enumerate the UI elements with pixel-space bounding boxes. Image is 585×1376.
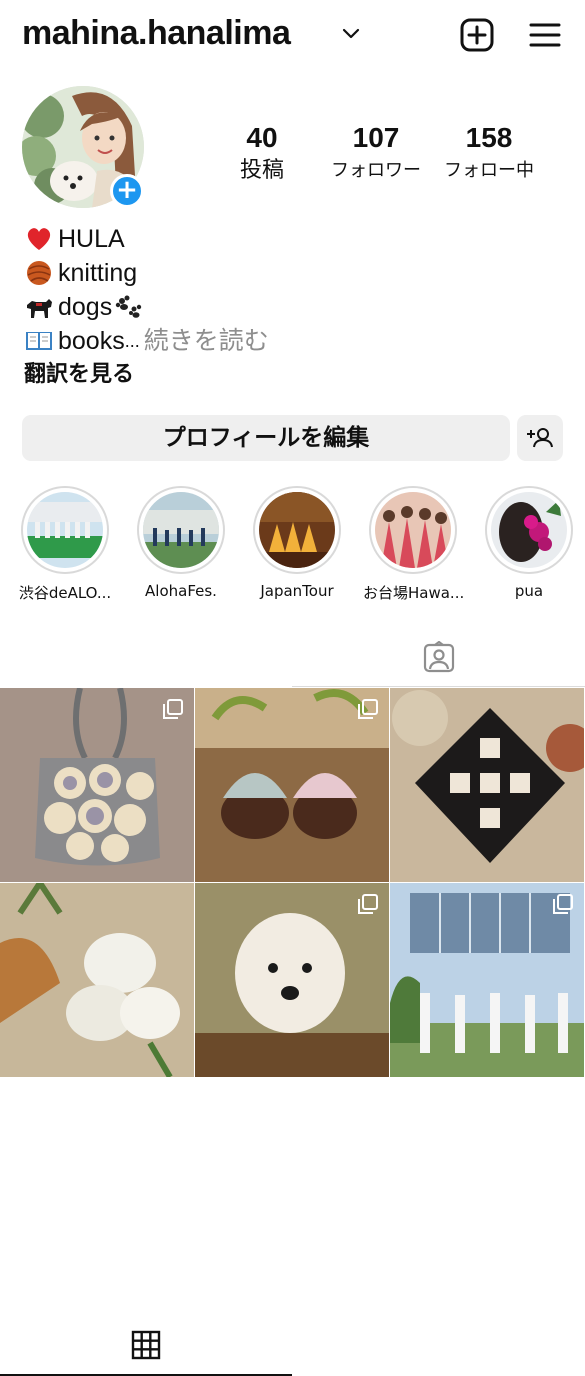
highlight-cover (259, 492, 335, 568)
posts-stat[interactable]: 40 投稿 (222, 122, 302, 182)
black-dog-icon (27, 299, 52, 318)
bio-line: dogs (24, 290, 269, 324)
story-highlight[interactable]: pua (479, 486, 579, 600)
posts-label: 投稿 (239, 158, 284, 183)
menu-icon[interactable] (526, 16, 564, 54)
chevron-down-icon[interactable] (340, 22, 362, 44)
bio-line: books... 続きを読む (24, 324, 269, 358)
bio-text: dogs (58, 293, 113, 321)
red-heart-icon (27, 228, 51, 250)
add-story-plus-icon[interactable]: + (110, 174, 144, 208)
highlight-label: お台場Hawa... (363, 584, 463, 602)
story-highlight[interactable]: お台場Hawa... (363, 486, 463, 603)
bio-line: HULA (24, 222, 269, 256)
paw-prints-icon (116, 295, 142, 318)
multiple-images-icon (163, 699, 183, 719)
new-post-icon[interactable] (458, 16, 496, 54)
bio-line: knitting (24, 256, 269, 290)
posts-count: 40 (246, 122, 278, 153)
open-book-icon (26, 332, 52, 350)
highlight-label: 渋谷deALO... (18, 584, 112, 602)
followers-label: フォロワー (331, 160, 421, 181)
followers-count: 107 (352, 122, 400, 153)
read-more-link[interactable]: 続きを読む (144, 324, 269, 358)
following-stat[interactable]: 158 フォロー中 (436, 122, 542, 182)
highlight-ring (137, 486, 225, 574)
highlight-cover (491, 492, 567, 568)
highlight-label: pua (514, 582, 544, 600)
bio-text: knitting (58, 259, 138, 287)
story-highlight[interactable]: AlohaFes. (131, 486, 231, 600)
highlight-ring (21, 486, 109, 574)
post-thumbnail[interactable] (390, 883, 584, 1077)
bio-ellipsis: ... (124, 331, 140, 351)
story-highlight[interactable]: 渋谷deALO... (15, 486, 115, 603)
highlight-cover (375, 492, 451, 568)
discover-people-button[interactable] (517, 415, 563, 461)
highlight-ring (253, 486, 341, 574)
see-translation-link[interactable]: 翻訳を見る (24, 356, 134, 388)
following-count: 158 (465, 122, 513, 153)
tagged-person-icon (423, 641, 455, 673)
followers-stat[interactable]: 107 フォロワー (322, 122, 430, 182)
highlight-label: JapanTour (260, 582, 334, 600)
profile-tabs (0, 630, 585, 1376)
edit-profile-button[interactable]: プロフィールを編集 (22, 415, 510, 461)
following-label: フォロー中 (444, 160, 534, 181)
bio-text: HULA (58, 225, 125, 253)
profile-header: mahina.hanalima (0, 0, 585, 76)
story-highlight[interactable]: JapanTour (247, 486, 347, 600)
multiple-images-icon (553, 894, 573, 914)
post-thumbnail[interactable] (195, 883, 389, 1077)
highlight-ring (369, 486, 457, 574)
highlight-cover (143, 492, 219, 568)
add-person-icon (527, 428, 553, 448)
tab-tagged[interactable] (292, 630, 585, 687)
yarn-ball-icon (27, 261, 51, 285)
multiple-images-icon (358, 894, 378, 914)
bio-text: books (58, 327, 125, 355)
post-thumbnail[interactable] (390, 688, 584, 882)
highlight-ring (485, 486, 573, 574)
post-thumbnail[interactable] (0, 688, 194, 882)
highlight-cover (27, 492, 103, 568)
post-thumbnail[interactable] (195, 688, 389, 882)
bio: HULA knitting dogs books... 続きを読む (24, 222, 269, 358)
tab-posts-grid[interactable] (0, 1318, 292, 1376)
username[interactable]: mahina.hanalima (22, 14, 291, 53)
grid-icon (131, 1330, 161, 1360)
post-thumbnail[interactable] (0, 883, 194, 1077)
highlight-label: AlohaFes. (145, 582, 217, 600)
multiple-images-icon (358, 699, 378, 719)
